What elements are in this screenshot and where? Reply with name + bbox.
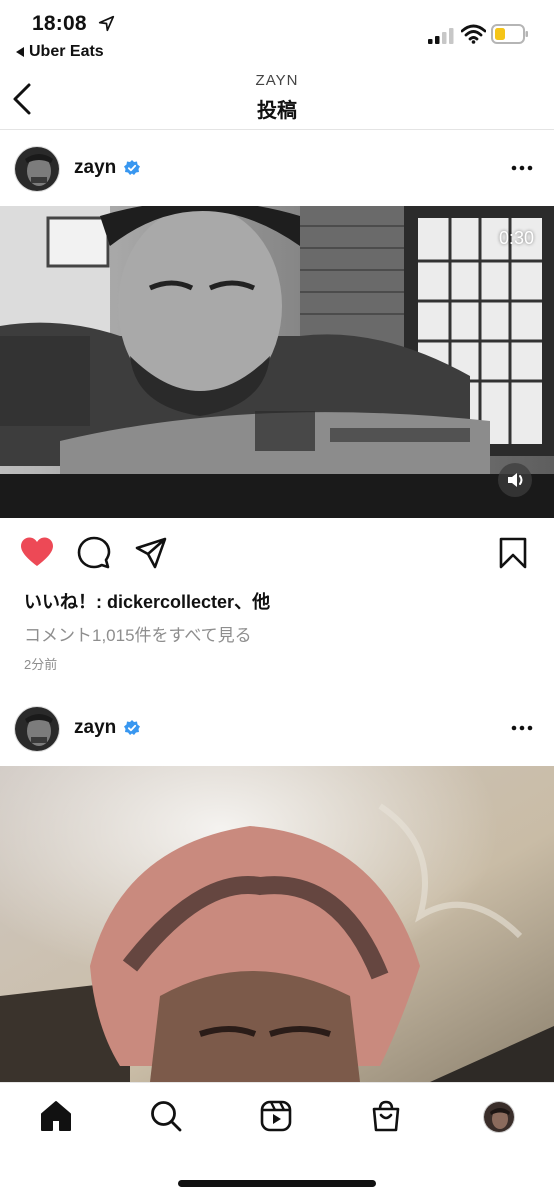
reels-icon[interactable] bbox=[259, 1099, 293, 1133]
speaker-icon bbox=[508, 473, 523, 487]
bookmark-icon[interactable] bbox=[496, 536, 530, 570]
view-comments-link[interactable]: コメント1,015件をすべて見る bbox=[24, 621, 252, 646]
page-title: 投稿 bbox=[257, 100, 297, 122]
photo-frame bbox=[0, 766, 554, 1082]
home-indicator bbox=[178, 1180, 376, 1187]
post-header: zayn bbox=[0, 130, 554, 206]
avatar[interactable] bbox=[14, 146, 60, 192]
shop-bag-icon[interactable] bbox=[369, 1099, 403, 1133]
profile-name-subtitle: ZAYN bbox=[255, 72, 299, 89]
audio-toggle-button[interactable] bbox=[498, 463, 532, 497]
video-duration: 0:30 bbox=[498, 228, 534, 248]
more-horizontal-icon[interactable] bbox=[510, 716, 534, 740]
search-icon[interactable] bbox=[149, 1099, 183, 1133]
post-username[interactable]: zayn bbox=[74, 717, 116, 739]
verified-badge-icon bbox=[124, 160, 140, 175]
likes-text[interactable]: いいね！: dickercollecter、他 bbox=[24, 588, 270, 614]
nav-header: ZAYN 投稿 bbox=[0, 66, 554, 130]
profile-avatar-tab[interactable] bbox=[483, 1101, 515, 1133]
battery-icon bbox=[491, 24, 528, 44]
cellular-signal-icon bbox=[428, 28, 454, 44]
status-bar: 18:08 Uber Eats bbox=[0, 0, 554, 66]
video-frame bbox=[0, 206, 554, 518]
avatar[interactable] bbox=[14, 706, 60, 752]
post-video[interactable]: 0:30 bbox=[0, 206, 554, 518]
verified-badge-icon bbox=[124, 720, 140, 735]
back-to-app-link[interactable]: Uber Eats bbox=[16, 43, 104, 61]
post-header: zayn bbox=[0, 690, 554, 766]
back-triangle-icon bbox=[16, 47, 24, 57]
comment-icon[interactable] bbox=[77, 536, 111, 570]
heart-filled-icon[interactable] bbox=[20, 536, 54, 570]
post-photo[interactable] bbox=[0, 766, 554, 1082]
back-app-label: Uber Eats bbox=[29, 43, 104, 60]
post-actions bbox=[0, 530, 554, 576]
wifi-icon bbox=[461, 24, 486, 44]
post-timestamp: 2分前 bbox=[24, 657, 58, 672]
more-horizontal-icon[interactable] bbox=[510, 156, 534, 180]
send-icon[interactable] bbox=[134, 536, 168, 570]
post-username[interactable]: zayn bbox=[74, 157, 116, 179]
home-icon[interactable] bbox=[39, 1099, 73, 1133]
location-arrow-icon bbox=[98, 15, 115, 32]
clock: 18:08 bbox=[32, 12, 87, 35]
